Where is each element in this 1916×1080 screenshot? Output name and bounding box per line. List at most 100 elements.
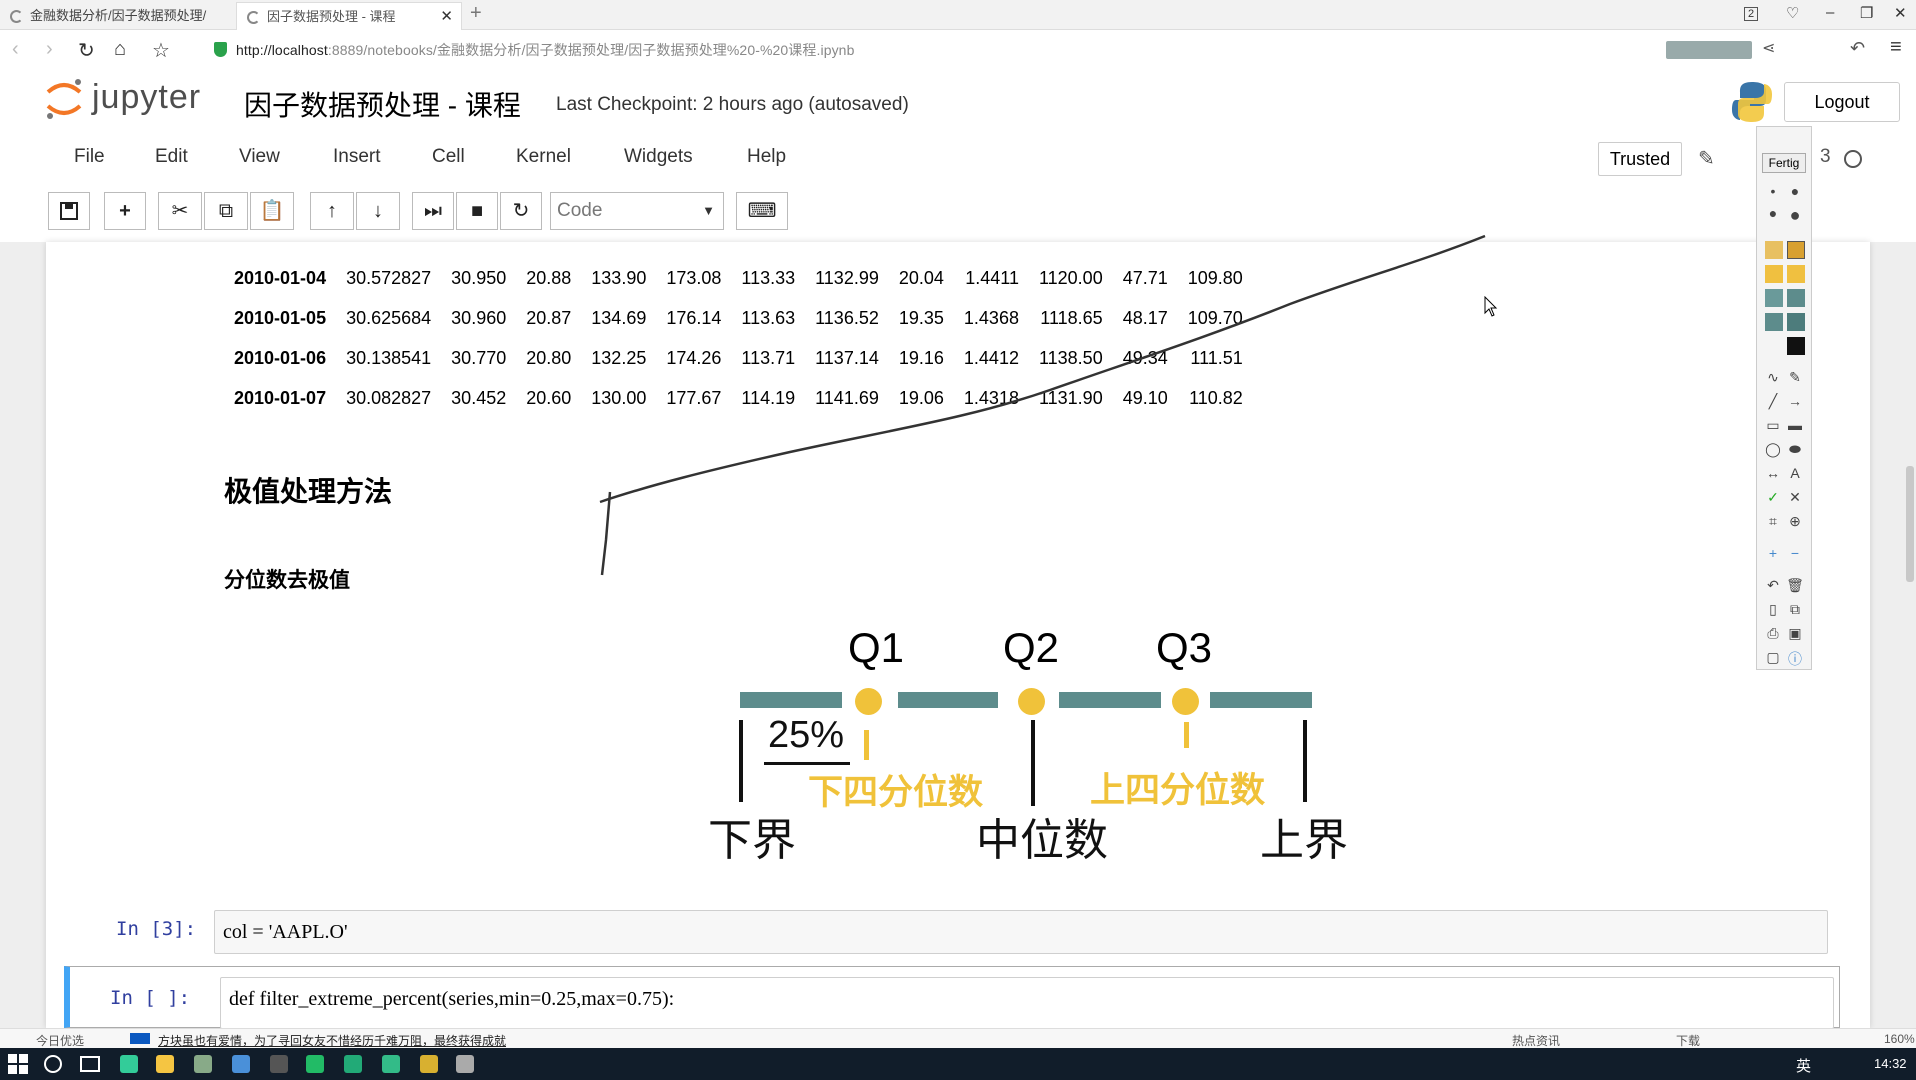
code-cell[interactable]: In [3]: col = 'AAPL.O' [64,906,1840,958]
color-swatch-teal-dark[interactable] [1765,313,1783,331]
scrollbar-thumb[interactable] [1906,466,1914,582]
copy-button[interactable]: ⧉ [204,192,248,230]
explorer-app-icon[interactable] [156,1055,174,1073]
color-swatch-orange[interactable] [1787,241,1805,259]
move-up-button[interactable]: ↑ [310,192,354,230]
dot-medium-icon[interactable]: ● [1785,183,1805,199]
back-icon[interactable]: ‹ [12,38,19,61]
app-icon[interactable] [270,1055,288,1073]
menu-edit[interactable]: Edit [155,146,188,168]
save-tool-icon[interactable]: ▣ [1785,625,1805,642]
tab-count-icon[interactable]: 2 [1744,7,1759,21]
crop-icon[interactable]: ⌗ [1763,513,1783,530]
browser-app-icon[interactable] [120,1055,138,1073]
keyboard-shortcuts-button[interactable]: ⌨ [736,192,788,230]
extension-icon[interactable] [1666,41,1752,59]
color-swatch-black[interactable] [1787,337,1805,355]
trash-icon[interactable]: 🗑 [1785,577,1805,594]
new-tab-icon[interactable]: + [470,2,482,25]
double-arrow-icon[interactable]: ↔ [1763,465,1783,481]
text-icon[interactable]: A [1785,465,1805,481]
hot-news-link[interactable]: 热点资讯 [1512,1032,1560,1049]
restore-icon[interactable]: ❐ [1860,4,1873,22]
browser-tab-2[interactable]: 因子数据预处理 - 课程 ✕ [236,2,462,30]
check-icon[interactable]: ✓ [1763,489,1783,506]
close-window-icon[interactable]: ✕ [1894,4,1907,22]
done-button[interactable]: Fertig [1762,153,1806,173]
task-view-icon[interactable] [80,1056,100,1072]
pencil-icon[interactable]: ✎ [1698,146,1715,171]
app-icon[interactable] [456,1055,474,1073]
color-swatch-teal-darker[interactable] [1787,313,1805,331]
move-down-button[interactable]: ↓ [356,192,400,230]
app-icon[interactable] [306,1055,324,1073]
code-input[interactable]: def filter_extreme_percent(series,min=0.… [220,977,1834,1029]
filled-rectangle-icon[interactable]: ▬ [1785,417,1805,433]
plus-icon[interactable]: + [1763,545,1783,561]
code-input[interactable]: col = 'AAPL.O' [214,910,1828,954]
search-icon[interactable] [44,1055,62,1073]
shirt-icon[interactable]: ♡ [1786,4,1799,22]
color-swatch-yellow[interactable] [1765,265,1783,283]
dot-small-icon[interactable]: • [1763,183,1783,199]
minimize-icon[interactable]: – [1826,4,1834,21]
download-link[interactable]: 下载 [1676,1032,1700,1049]
app-icon[interactable] [344,1055,362,1073]
menu-view[interactable]: View [239,146,280,168]
paste-button[interactable]: 📋 [250,192,294,230]
cell-type-select[interactable]: Code ▼ [550,192,724,230]
jupyter-logo-text[interactable]: jupyter [92,78,201,117]
minus-icon[interactable]: − [1785,545,1805,561]
cross-icon[interactable]: ✕ [1785,489,1805,506]
color-swatch-yellow-light[interactable] [1765,241,1783,259]
menu-widgets[interactable]: Widgets [624,146,693,168]
save-button[interactable] [48,192,90,230]
zoom-icon[interactable]: ⊕ [1785,513,1805,530]
menu-insert[interactable]: Insert [333,146,381,168]
pencil-tool-icon[interactable]: ✎ [1785,369,1805,386]
share-icon[interactable]: ⋖ [1762,38,1775,58]
menu-cell[interactable]: Cell [432,146,465,168]
dot-large-icon[interactable]: ● [1763,205,1783,221]
ellipse-icon[interactable]: ◯ [1763,441,1783,458]
filled-ellipse-icon[interactable]: ⬬ [1785,441,1805,458]
color-swatch-gold[interactable] [1787,265,1805,283]
info-icon[interactable]: ⓘ [1785,649,1805,669]
app-icon[interactable] [420,1055,438,1073]
app-icon[interactable] [232,1055,250,1073]
arrow-icon[interactable]: → [1785,393,1805,409]
close-tab-icon[interactable]: ✕ [440,3,453,30]
dot-xlarge-icon[interactable]: ● [1785,205,1805,226]
app-icon[interactable] [382,1055,400,1073]
notebook-title[interactable]: 因子数据预处理 - 课程 [244,84,521,124]
cut-button[interactable]: ✂ [158,192,202,230]
restart-button[interactable]: ↻ [500,192,542,230]
url-field[interactable]: http://localhost:8889/notebooks/金融数据分析/因… [236,40,854,60]
browser-tab-1[interactable]: 金融数据分析/因子数据预处理/ [0,2,232,30]
insert-cell-button[interactable]: + [104,192,146,230]
page-icon[interactable]: ▯ [1763,601,1783,618]
ime-indicator[interactable]: 英 [1796,1055,1811,1076]
clock[interactable]: 14:32 [1874,1056,1907,1071]
copy-page-icon[interactable]: ⧉ [1785,601,1805,618]
trusted-indicator[interactable]: Trusted [1598,142,1682,176]
windows-start-icon[interactable] [8,1054,28,1074]
selected-code-cell[interactable]: In [ ]: def filter_extreme_percent(serie… [64,966,1840,1029]
menu-file[interactable]: File [74,146,105,168]
star-icon[interactable]: ☆ [152,38,170,63]
home-icon[interactable]: ⌂ [114,38,126,61]
menu-help[interactable]: Help [747,146,786,168]
export-icon[interactable]: ▢ [1763,649,1783,666]
forward-icon[interactable]: › [46,38,53,61]
zoom-level[interactable]: 160% [1884,1032,1915,1046]
print-icon[interactable]: ⎙ [1763,625,1783,642]
reload-icon[interactable]: ↻ [78,38,95,63]
color-swatch-teal[interactable] [1787,289,1805,307]
undo-tool-icon[interactable]: ↶ [1763,577,1783,594]
run-button[interactable]: ⏭ [412,192,454,230]
color-swatch-teal-light[interactable] [1765,289,1783,307]
undo-icon[interactable]: ↶ [1850,38,1865,59]
news-ticker[interactable]: 方块虽也有爱情，为了寻回女友不惜经历千难万阻，最终获得成就 [158,1032,506,1049]
freehand-icon[interactable]: ∿ [1763,369,1783,386]
menu-kernel[interactable]: Kernel [516,146,571,168]
